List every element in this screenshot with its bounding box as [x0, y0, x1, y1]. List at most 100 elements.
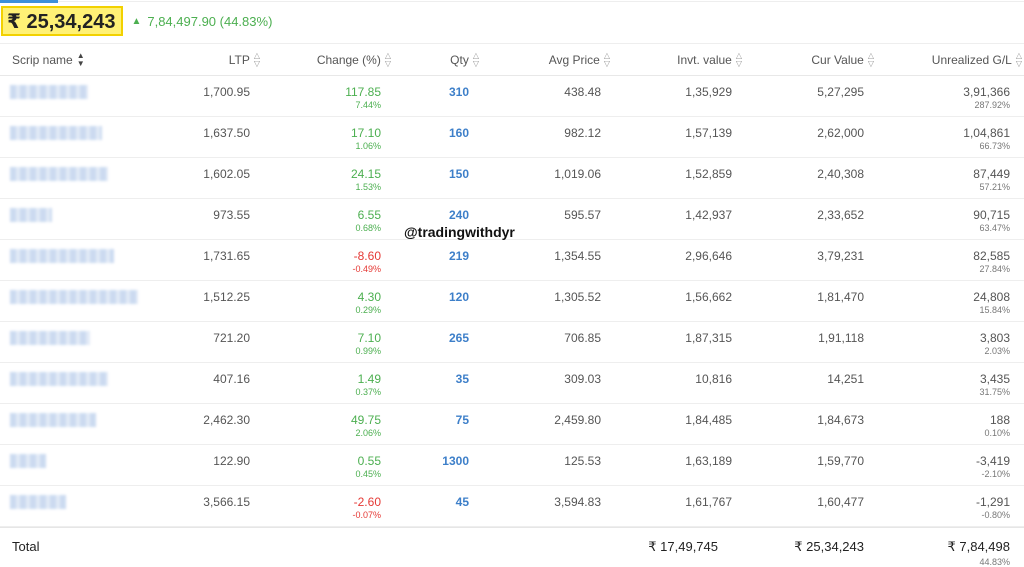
change-cell: 1.49 0.37% — [355, 372, 381, 397]
invt-value-cell: 1,61,767 — [685, 495, 732, 509]
scrip-name-redacted[interactable] — [10, 167, 108, 181]
table-row[interactable]: 3,566.15 -2.60 -0.07% 45 3,594.83 1,61,7… — [0, 486, 1024, 527]
qty-cell[interactable]: 310 — [449, 85, 469, 99]
table-row[interactable]: 721.20 7.10 0.99% 265 706.85 1,87,315 1,… — [0, 322, 1024, 363]
table-row[interactable]: 2,462.30 49.75 2.06% 75 2,459.80 1,84,48… — [0, 404, 1024, 445]
qty-cell[interactable]: 35 — [456, 372, 469, 386]
qty-cell[interactable]: 45 — [456, 495, 469, 509]
qty-cell[interactable]: 1300 — [442, 454, 469, 468]
table-row[interactable]: 1,731.65 -8.60 -0.49% 219 1,354.55 2,96,… — [0, 240, 1024, 281]
total-gl-value: ₹ 7,84,498 — [947, 539, 1011, 554]
scrip-name-redacted[interactable] — [10, 290, 138, 304]
gl-value: 3,803 — [979, 331, 1010, 345]
change-value: -8.60 — [353, 249, 381, 263]
column-header-cur-value[interactable]: Cur Value △ ▽ — [811, 44, 874, 75]
change-percent: 0.37% — [355, 387, 381, 397]
unrealized-gl-cell: 3,803 2.03% — [980, 331, 1010, 356]
total-cur-value: ₹ 25,34,243 — [794, 539, 864, 554]
top-divider — [0, 0, 1024, 4]
change-cell: -2.60 -0.07% — [352, 495, 381, 520]
scrip-name-redacted[interactable] — [10, 413, 96, 427]
table-row[interactable]: 407.16 1.49 0.37% 35 309.03 10,816 14,25… — [0, 363, 1024, 404]
change-cell: -8.60 -0.49% — [352, 249, 381, 274]
table-row[interactable]: 122.90 0.55 0.45% 1300 125.53 1,63,189 1… — [0, 445, 1024, 486]
scrip-name-redacted[interactable] — [10, 372, 108, 386]
column-header-ltp[interactable]: LTP △ ▽ — [229, 44, 260, 75]
qty-cell[interactable]: 75 — [456, 413, 469, 427]
qty-cell[interactable]: 265 — [449, 331, 469, 345]
table-row[interactable]: 1,602.05 24.15 1.53% 150 1,019.06 1,52,8… — [0, 158, 1024, 199]
sort-icon[interactable]: △ ▽ — [736, 51, 742, 68]
invt-value-cell: 2,96,646 — [685, 249, 732, 263]
column-header-avg-price[interactable]: Avg Price △ ▽ — [549, 44, 610, 75]
column-header-unrealized-gl[interactable]: Unrealized G/L △ ▽ — [932, 44, 1022, 75]
sort-icon[interactable]: △ ▽ — [254, 51, 260, 68]
gl-value: 24,808 — [973, 290, 1010, 304]
sort-icon[interactable]: △ ▽ — [1016, 51, 1022, 68]
unrealized-gl-cell: 1,04,861 66.73% — [963, 126, 1010, 151]
sort-icon[interactable]: △ ▽ — [385, 51, 391, 68]
gl-value: 3,91,366 — [963, 85, 1010, 99]
avg-price-cell: 706.85 — [564, 331, 601, 345]
total-gl-percent: 44.83% — [979, 557, 1010, 567]
change-value: 1.49 — [357, 372, 381, 386]
sort-icon[interactable]: △ ▽ — [868, 51, 874, 68]
total-current-value: ₹ 25,34,243 — [7, 10, 116, 33]
ltp-cell: 1,602.05 — [203, 167, 250, 181]
cur-value-cell: 2,40,308 — [817, 167, 864, 181]
qty-cell[interactable]: 160 — [449, 126, 469, 140]
change-cell: 24.15 1.53% — [351, 167, 381, 192]
invt-value-cell: 10,816 — [695, 372, 732, 386]
gl-value: -3,419 — [975, 454, 1010, 468]
avg-price-cell: 2,459.80 — [554, 413, 601, 427]
change-cell: 49.75 2.06% — [351, 413, 381, 438]
qty-cell[interactable]: 150 — [449, 167, 469, 181]
avg-price-cell: 1,019.06 — [554, 167, 601, 181]
qty-cell[interactable]: 240 — [449, 208, 469, 222]
gl-percent: 0.10% — [984, 428, 1010, 438]
column-header-scrip[interactable]: Scrip name ▲ ▼ — [12, 44, 85, 75]
avg-price-cell: 1,305.52 — [554, 290, 601, 304]
scrip-name-redacted[interactable] — [10, 454, 46, 468]
change-percent: 0.29% — [355, 305, 381, 315]
change-percent: 1.06% — [355, 141, 381, 151]
sort-icon[interactable]: △ ▽ — [604, 51, 610, 68]
table-footer-total: Total ₹ 17,49,745 ₹ 25,34,243 ₹ 7,84,498… — [0, 527, 1024, 567]
holdings-table: Scrip name ▲ ▼ LTP △ ▽ Change (%) △ ▽ Qty △… — [0, 43, 1024, 567]
ltp-cell: 122.90 — [213, 454, 250, 468]
avg-price-cell: 595.57 — [564, 208, 601, 222]
qty-cell[interactable]: 120 — [449, 290, 469, 304]
invt-value-cell: 1,42,937 — [685, 208, 732, 222]
unrealized-gl-cell: 90,715 63.47% — [973, 208, 1010, 233]
sort-icon[interactable]: ▲ ▼ — [77, 51, 85, 68]
invt-value-cell: 1,57,139 — [685, 126, 732, 140]
table-row[interactable]: 1,512.25 4.30 0.29% 120 1,305.52 1,56,66… — [0, 281, 1024, 322]
sort-icon[interactable]: △ ▽ — [473, 51, 479, 68]
table-row[interactable]: 1,700.95 117.85 7.44% 310 438.48 1,35,92… — [0, 76, 1024, 117]
table-row[interactable]: 1,637.50 17.10 1.06% 160 982.12 1,57,139… — [0, 117, 1024, 158]
ltp-cell: 407.16 — [213, 372, 250, 386]
change-percent: 7.44% — [355, 100, 381, 110]
scrip-name-redacted[interactable] — [10, 495, 66, 509]
gl-value: 1,04,861 — [963, 126, 1010, 140]
change-value: 7.10 — [357, 331, 381, 345]
column-header-qty[interactable]: Qty △ ▽ — [450, 44, 479, 75]
qty-cell[interactable]: 219 — [449, 249, 469, 263]
scrip-name-redacted[interactable] — [10, 208, 52, 222]
change-value: 6.55 — [357, 208, 381, 222]
column-header-change[interactable]: Change (%) △ ▽ — [317, 44, 391, 75]
gl-value: 87,449 — [973, 167, 1010, 181]
unrealized-gl-cell: 188 0.10% — [984, 413, 1010, 438]
change-percent: 0.68% — [355, 223, 381, 233]
scrip-name-redacted[interactable] — [10, 331, 90, 345]
column-header-invt-value[interactable]: Invt. value △ ▽ — [677, 44, 742, 75]
scrip-name-redacted[interactable] — [10, 126, 102, 140]
table-body: 1,700.95 117.85 7.44% 310 438.48 1,35,92… — [0, 76, 1024, 527]
scrip-name-redacted[interactable] — [10, 249, 114, 263]
gl-percent: -2.10% — [981, 469, 1010, 479]
ltp-cell: 1,637.50 — [203, 126, 250, 140]
scrip-name-redacted[interactable] — [10, 85, 88, 99]
avg-price-cell: 3,594.83 — [554, 495, 601, 509]
change-value: 117.85 — [345, 85, 381, 99]
gl-percent: 63.47% — [979, 223, 1010, 233]
